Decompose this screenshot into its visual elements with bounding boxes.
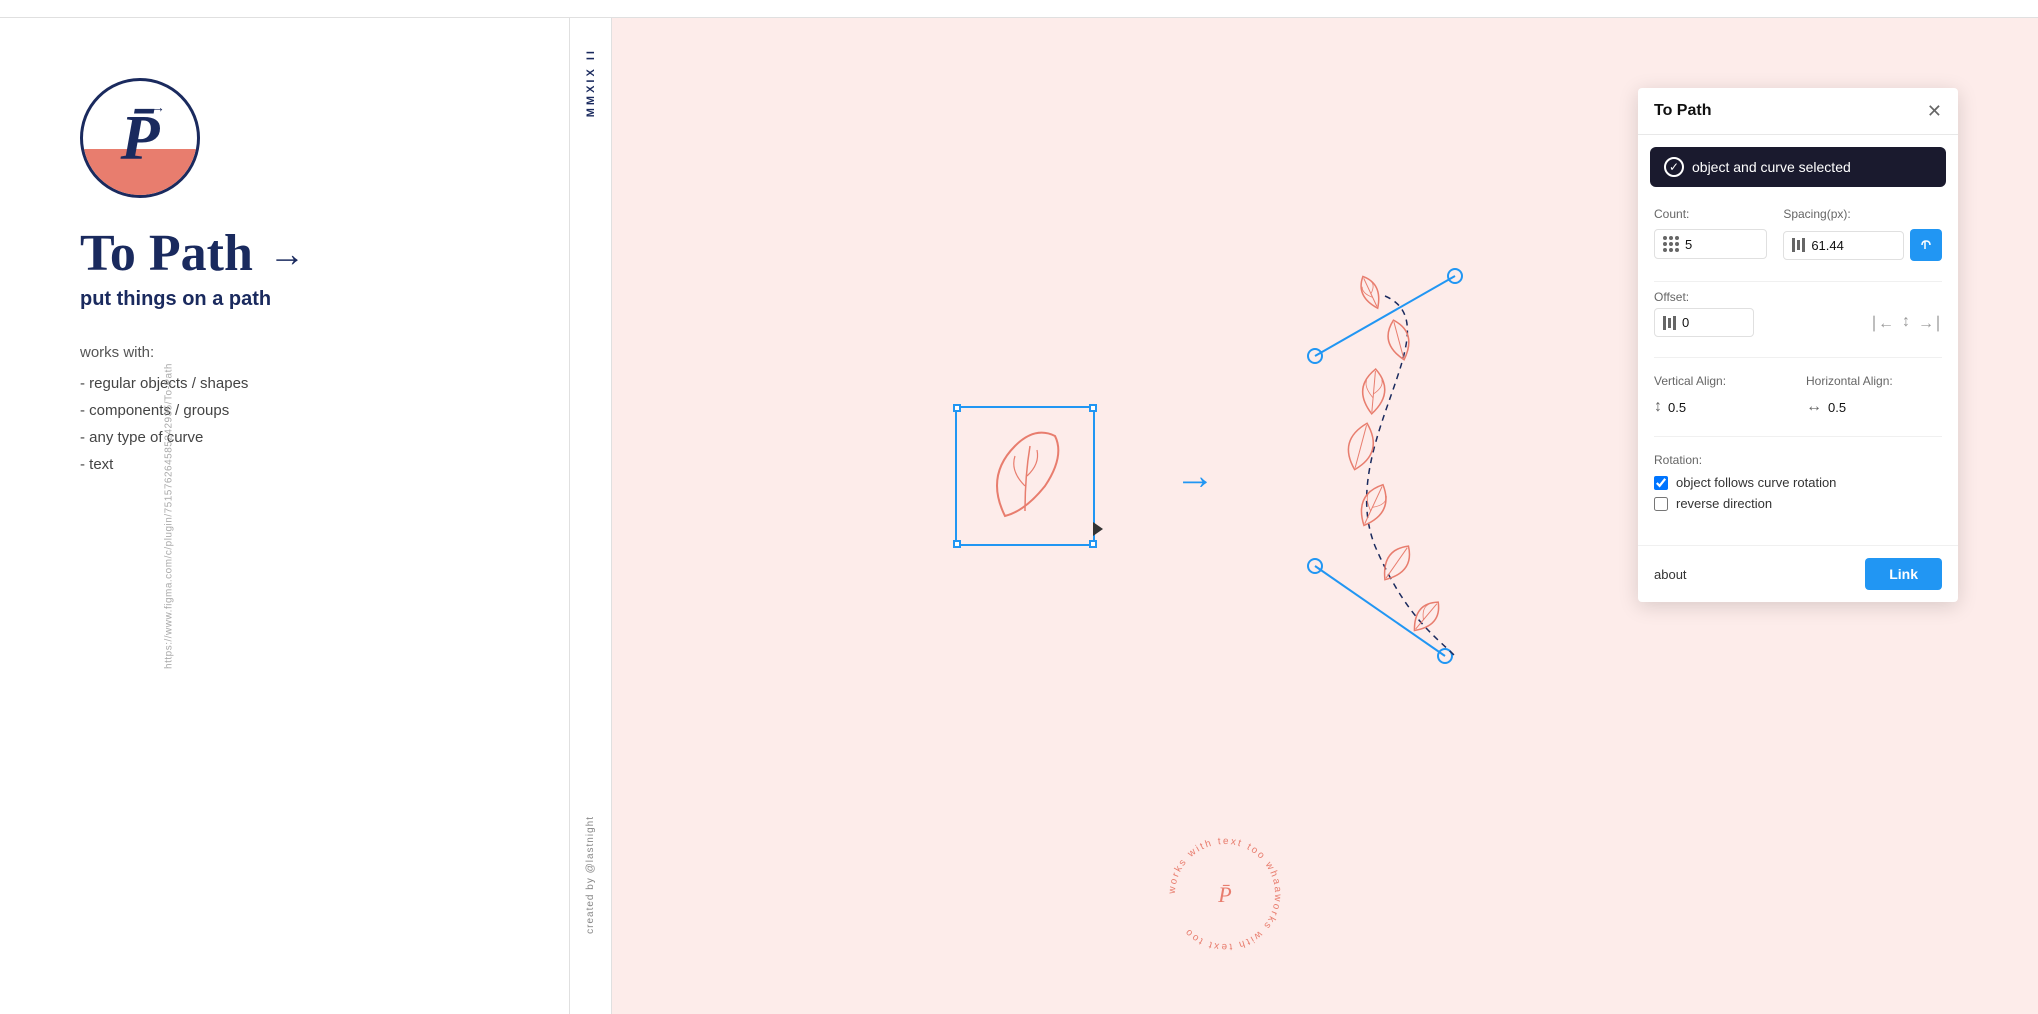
left-info-panel: https://www.figma.com/c/plugin/751576264… [0,18,570,1014]
align-center-icon[interactable]: ↕ [1902,313,1910,333]
spacing-group: Spacing(px): [1783,207,1942,261]
panel-title: To Path [1654,102,1711,120]
horizontal-align-arrow-icon: ↔ [1806,398,1822,416]
offset-input[interactable] [1654,308,1754,337]
spacing-value[interactable] [1811,238,1895,253]
title-arrow-icon: → [269,233,305,275]
spacing-label: Spacing(px): [1783,207,1942,221]
count-label: Count: [1654,207,1767,221]
horizontal-align-value: ↔ 0.5 [1806,398,1942,416]
status-bar: ✓ object and curve selected [1650,147,1946,187]
offset-bars-icon [1663,316,1676,330]
align-section: Vertical Align: ↕ 0.5 Horizontal Align: … [1654,374,1942,416]
close-button[interactable]: ✕ [1927,102,1942,120]
count-group: Count: [1654,207,1767,261]
url-text: https://www.figma.com/c/plugin/751576264… [163,363,174,669]
horizontal-align-label: Horizontal Align: [1806,374,1942,388]
demo-arrow: → [1175,454,1215,499]
spacing-bars-icon [1792,238,1805,252]
svg-text:works with text too: works with text too [1182,893,1283,952]
vertical-align-arrow-icon: ↕ [1654,398,1662,416]
logo-circle: → P̄ [80,78,200,198]
divider-top-text: MMXIX II [585,48,597,117]
vertical-align-value: ↕ 0.5 [1654,398,1790,416]
leaf-svg [955,406,1095,546]
subtitle: put things on a path [80,288,509,311]
vertical-align-group: Vertical Align: ↕ 0.5 [1654,374,1790,416]
about-link[interactable]: about [1654,567,1687,582]
follows-curve-row: object follows curve rotation [1654,475,1942,490]
vertical-divider: MMXIX II created by @lastnight [570,18,612,1014]
works-with-title: works with: [80,339,509,366]
divider-1 [1654,281,1942,282]
count-value[interactable] [1685,237,1758,252]
follows-curve-checkbox[interactable] [1654,476,1668,490]
rotation-label: Rotation: [1654,453,1942,467]
divider-bottom-text: created by @lastnight [585,816,596,934]
canvas-area: → [612,18,2038,1014]
spacing-input[interactable] [1783,231,1904,260]
link-button[interactable]: Link [1865,558,1942,590]
title-row: To Path → [80,228,509,280]
panel-header: To Path ✕ [1638,88,1958,135]
selected-object [955,406,1095,546]
works-with-item-4: - text [80,451,509,478]
divider-3 [1654,436,1942,437]
offset-section: Offset: ∣← [1654,290,1942,337]
rotation-section: Rotation: object follows curve rotation … [1654,453,1942,517]
circular-logo: works with text too whaat works with tex… [1165,834,1285,954]
reverse-direction-label: reverse direction [1676,496,1772,511]
path-result-svg [1295,266,1535,686]
count-input[interactable] [1654,229,1767,259]
vertical-align-label: Vertical Align: [1654,374,1790,388]
horizontal-align-number: 0.5 [1828,400,1846,415]
main-title: To Path [80,228,253,280]
count-spacing-row: Count: Spacing(px): [1654,207,1942,261]
reverse-direction-row: reverse direction [1654,496,1942,511]
follows-curve-label: object follows curve rotation [1676,475,1836,490]
reverse-direction-checkbox[interactable] [1654,497,1668,511]
vertical-align-number: 0.5 [1668,400,1686,415]
align-left-icon[interactable]: ∣← [1870,313,1894,333]
status-text: object and curve selected [1692,159,1851,175]
link-toggle-button[interactable] [1910,229,1942,261]
offset-value[interactable] [1682,315,1745,330]
works-with-item-1: - regular objects / shapes [80,370,509,397]
works-with-item-2: - components / groups [80,397,509,424]
align-right-icon[interactable]: →∣ [1918,313,1942,333]
status-check-icon: ✓ [1664,157,1684,177]
panel-body: Count: Spacing(px): [1638,199,1958,545]
works-with-item-3: - any type of curve [80,424,509,451]
panel-footer: about Link [1638,545,1958,602]
logo-letter: P̄ [120,101,159,175]
divider-2 [1654,357,1942,358]
circular-logo-svg: works with text too whaat works with tex… [1165,834,1285,954]
plugin-panel: To Path ✕ ✓ object and curve selected Co [1638,88,1958,602]
horizontal-align-group: Horizontal Align: ↔ 0.5 [1806,374,1942,416]
svg-text:P̄: P̄ [1217,882,1231,907]
path-result [1295,266,1535,686]
works-with-section: works with: - regular objects / shapes -… [80,339,509,478]
cursor-icon [1093,522,1103,536]
offset-label: Offset: [1654,290,1942,304]
count-grid-icon [1663,236,1679,252]
align-icons-row: ∣← ↕ →∣ [1870,313,1942,333]
